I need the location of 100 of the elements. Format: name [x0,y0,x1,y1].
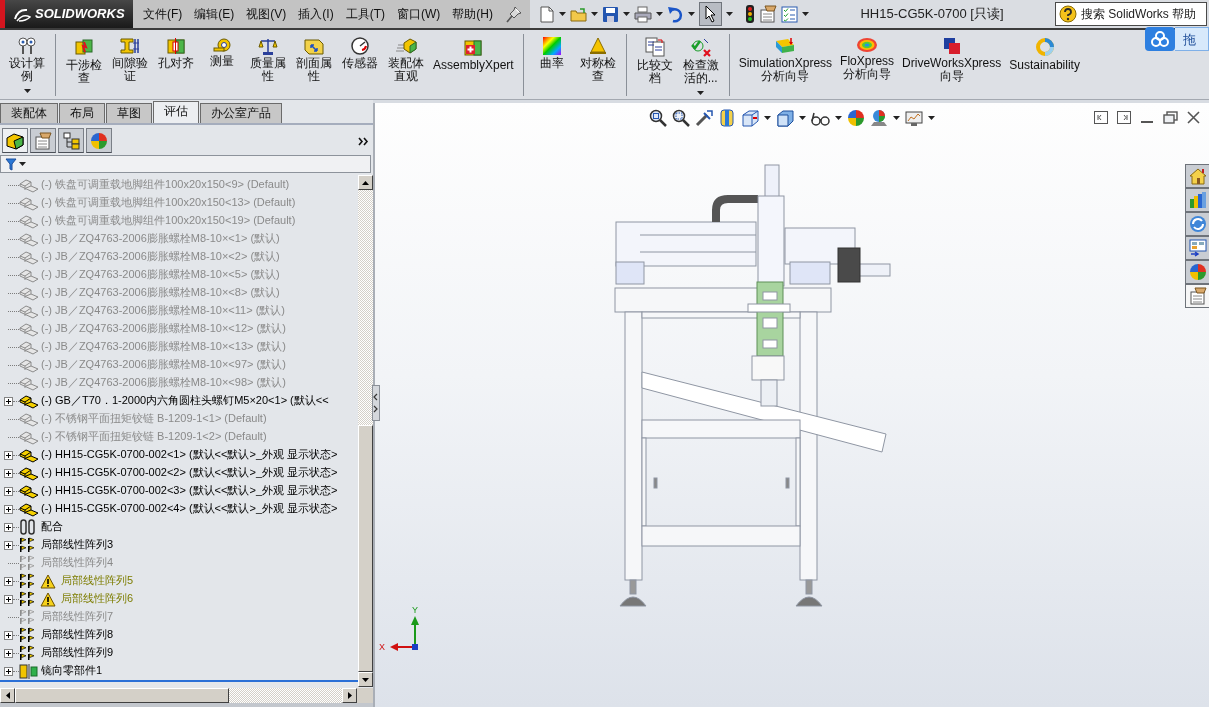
restore-icon[interactable] [1163,111,1178,124]
zoom-to-fit-icon[interactable] [649,109,667,127]
shaded-cube-icon[interactable] [776,109,794,127]
scrollbar-thumb[interactable] [358,425,373,672]
caret-icon[interactable] [656,12,663,16]
expand-icon[interactable] [4,666,13,676]
menu-item[interactable]: 编辑(E) [194,6,235,22]
ribbon-button[interactable]: 比较文档 [631,34,678,85]
ribbon-button[interactable]: 间隙验证 [107,34,153,83]
zoom-area-icon[interactable] [672,109,690,127]
menu-item[interactable]: 工具(T) [345,6,385,22]
tree-item[interactable]: (-) HH15-CG5K-0700-002<1> (默认<<默认>_外观 显示状态> [40,448,338,462]
ribbon-button[interactable]: 干涉检查 [61,34,107,85]
caret-icon[interactable] [928,116,935,120]
ribbon-button[interactable]: AssemblyXpert [429,34,518,72]
tree-item[interactable]: (-) GB／T70．1-2000内六角圆柱头螺钉M5×20<1> (默认<< [40,394,329,408]
properties-sheet-icon[interactable] [759,5,777,23]
caret-icon[interactable] [559,12,566,16]
checklist-icon[interactable] [781,5,798,23]
ribbon-button[interactable]: 质量属性 [245,34,291,83]
ribbon-button[interactable]: 对称检查 [574,34,621,83]
previous-view-icon[interactable] [695,109,713,127]
filter-icon[interactable] [5,157,17,171]
task-pane-tab[interactable] [1185,188,1209,212]
caret-icon[interactable] [835,116,842,120]
caret-icon[interactable] [802,12,809,16]
glasses-icon[interactable] [811,110,830,126]
expand-icon[interactable] [4,486,13,496]
menu-item[interactable]: 插入(I) [298,6,334,22]
panel-tab[interactable] [2,128,28,153]
task-pane-tab[interactable] [1185,284,1209,308]
select-tool-button[interactable] [699,2,722,26]
pushpin-icon[interactable] [506,5,522,23]
menu-item[interactable]: 帮助(H) [452,6,493,22]
view-cube-icon[interactable] [741,109,759,127]
help-search-field[interactable]: 搜索 SolidWorks 帮助 [1055,2,1207,26]
ribbon-button[interactable]: DriveWorksXpress 向导 [898,34,1006,83]
undo-icon[interactable] [667,5,684,23]
ribbon-button[interactable]: 传感器 [337,34,383,70]
save-icon[interactable] [602,5,619,23]
color-ball-icon[interactable] [847,109,865,127]
task-pane-tab[interactable] [1185,212,1209,236]
caret-icon[interactable] [726,12,733,16]
caret-icon[interactable] [623,12,630,16]
caret-icon[interactable] [19,162,26,166]
ribbon-button[interactable]: 测量 [199,34,245,68]
ribbon-button[interactable]: SimulationXpress 分析向导 [734,34,837,83]
ribbon-button[interactable]: 剖面属性 [291,34,337,83]
tab[interactable]: 装配体 [0,103,58,123]
tab[interactable]: 评估 [153,101,199,123]
double-chevron-icon[interactable] [358,136,369,146]
caret-icon[interactable] [893,116,900,120]
caret-icon[interactable] [764,116,771,120]
expand-icon[interactable] [4,468,13,478]
ribbon-button[interactable]: FloXpress 分析向导 [836,34,899,81]
caret-icon[interactable] [799,116,806,120]
tree-item[interactable]: 局部线性阵列9 [40,646,114,660]
menu-item[interactable]: 视图(V) [246,6,287,22]
tile-left-icon[interactable] [1094,111,1108,124]
ribbon-button[interactable]: 装配体直观 [383,34,429,83]
tab[interactable]: 布局 [59,103,105,123]
expand-icon[interactable] [4,504,13,514]
menu-item[interactable]: 窗口(W) [397,6,441,22]
caret-icon[interactable] [591,12,598,16]
expand-icon[interactable] [4,576,13,586]
tree-item[interactable]: (-) HH15-CG5K-0700-002<4> (默认<<默认>_外观 显示状态> [40,502,338,516]
tree-item[interactable]: (-) HH15-CG5K-0700-002<3> (默认<<默认>_外观 显示状态> [40,484,338,498]
close-icon[interactable] [1187,111,1200,124]
tree-item[interactable]: (-) HH15-CG5K-0700-002<2> (默认<<默认>_外观 显示状态> [40,466,338,480]
task-pane-tab[interactable] [1185,164,1209,188]
ribbon-button[interactable]: 设计算例 [4,34,50,93]
monitor-icon[interactable] [905,109,923,127]
expand-icon[interactable] [4,450,13,460]
tree-item[interactable]: 局部线性阵列3 [40,538,114,552]
panel-tab[interactable] [30,128,56,153]
printer-icon[interactable] [634,5,652,23]
expand-icon[interactable] [4,396,13,406]
new-document-icon[interactable] [539,5,555,23]
tab[interactable]: 办公室产品 [200,103,282,123]
task-pane-tab[interactable] [1185,236,1209,260]
cloud-icon[interactable] [1145,27,1175,51]
vertical-scrollbar[interactable] [358,175,373,687]
ribbon-button[interactable]: 曲率 [528,34,575,70]
tree-item[interactable]: 镜向零部件1 [40,664,103,678]
expand-icon[interactable] [4,594,13,604]
expand-icon[interactable] [4,540,13,550]
menu-item[interactable]: 文件(F) [143,6,183,22]
up-triangle-icon[interactable] [362,180,369,185]
tile-right-icon[interactable] [1117,111,1131,124]
expand-icon[interactable] [4,648,13,658]
ribbon-button[interactable]: Sustainability [1005,34,1084,72]
tree-item[interactable]: 局部线性阵列6 [60,592,134,606]
task-pane-tab[interactable] [1185,260,1209,284]
tree-item[interactable]: 配合 [40,520,63,534]
ribbon-button[interactable]: 检查激活的... [677,34,724,95]
filter-field[interactable] [0,155,371,173]
caret-icon[interactable] [688,12,695,16]
expand-icon[interactable] [4,522,13,532]
collapse-handle-icon[interactable] [372,385,380,421]
section-view-icon[interactable] [718,109,736,127]
